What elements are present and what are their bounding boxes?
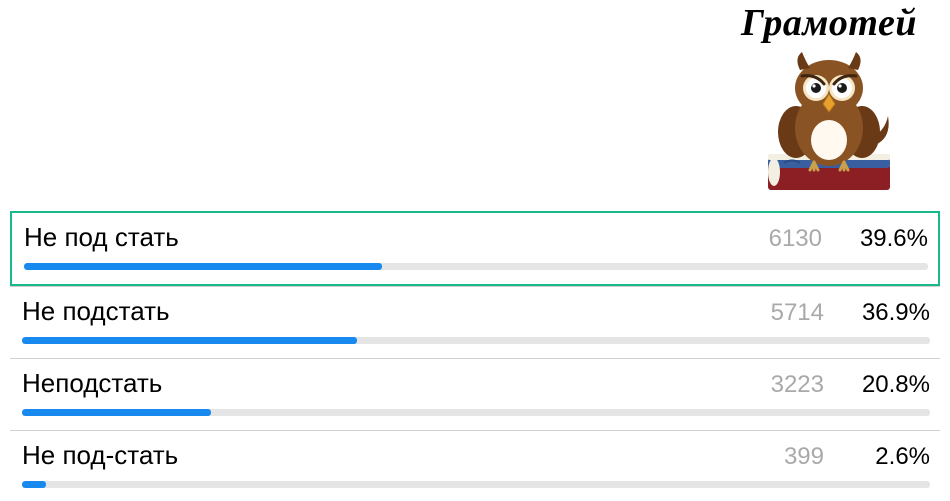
poll-option[interactable]: Не под-стать 399 2.6%: [10, 430, 940, 501]
option-votes: 5714: [764, 299, 824, 327]
option-row: Не под стать 6130 39.6%: [24, 222, 928, 253]
progress-fill: [24, 263, 382, 270]
progress-fill: [22, 337, 357, 344]
poll-option[interactable]: Неподстать 3223 20.8%: [10, 358, 940, 430]
poll-option[interactable]: Не под стать 6130 39.6%: [10, 211, 940, 286]
option-percent: 36.9%: [854, 299, 930, 327]
option-votes: 3223: [764, 371, 824, 399]
option-votes: 6130: [762, 225, 822, 253]
progress-track: [22, 481, 930, 488]
progress-track: [24, 263, 928, 270]
brand-title: Грамотей: [724, 4, 934, 42]
option-label: Не под стать: [24, 222, 762, 253]
option-row: Не подстать 5714 36.9%: [22, 296, 930, 327]
option-percent: 2.6%: [854, 443, 930, 471]
option-label: Не подстать: [22, 296, 764, 327]
option-percent: 39.6%: [852, 225, 928, 253]
progress-fill: [22, 481, 46, 488]
progress-fill: [22, 409, 211, 416]
poll-option[interactable]: Не подстать 5714 36.9%: [10, 286, 940, 358]
option-votes: 399: [764, 443, 824, 471]
poll-options: Не под стать 6130 39.6% Не подстать 5714…: [10, 212, 940, 501]
option-row: Не под-стать 399 2.6%: [22, 440, 930, 471]
owl-on-book-icon: [754, 46, 904, 196]
brand-block: Грамотей: [724, 4, 934, 196]
option-row: Неподстать 3223 20.8%: [22, 368, 930, 399]
option-percent: 20.8%: [854, 371, 930, 399]
option-label: Неподстать: [22, 368, 764, 399]
progress-track: [22, 409, 930, 416]
option-label: Не под-стать: [22, 440, 764, 471]
progress-track: [22, 337, 930, 344]
quiz-result-page: Грамотей: [0, 0, 950, 501]
